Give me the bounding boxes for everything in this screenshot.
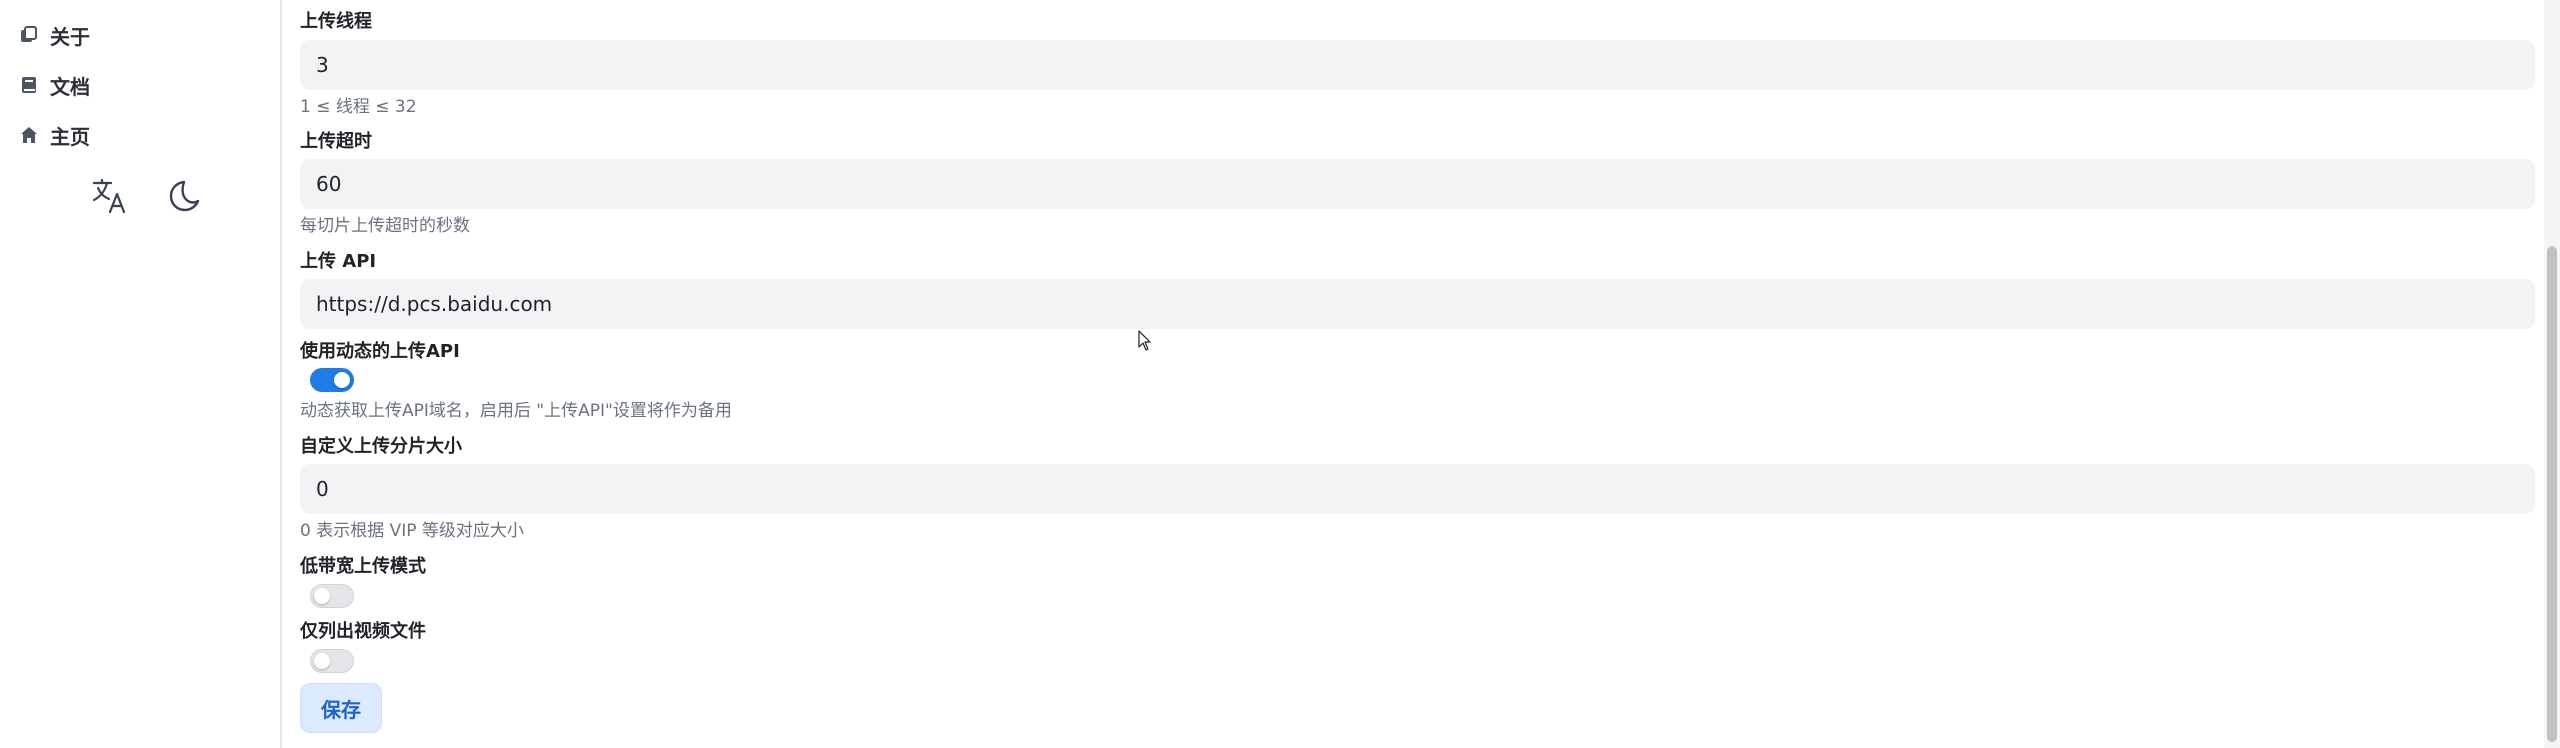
chunk-size-input[interactable] xyxy=(300,464,2535,514)
scrollbar-thumb[interactable] xyxy=(2547,246,2557,742)
upload-timeout-input[interactable] xyxy=(300,159,2535,209)
upload-timeout-label: 上传超时 xyxy=(300,131,372,152)
sidebar-item-about[interactable]: 关于 xyxy=(20,15,90,55)
chunk-size-help: 0 表示根据 VIP 等级对应大小 xyxy=(300,521,524,541)
sidebar-item-label: 主页 xyxy=(50,124,90,149)
chunk-size-label: 自定义上传分片大小 xyxy=(300,436,462,457)
video-only-toggle[interactable] xyxy=(310,649,354,673)
video-only-label: 仅列出视频文件 xyxy=(300,621,426,642)
home-icon xyxy=(20,126,38,144)
upload-threads-label: 上传线程 xyxy=(300,11,372,32)
about-icon xyxy=(20,26,38,44)
sidebar-item-docs[interactable]: 文档 xyxy=(20,65,90,105)
moon-icon[interactable] xyxy=(164,176,204,216)
dynamic-api-toggle[interactable] xyxy=(310,368,354,392)
upload-api-input[interactable] xyxy=(300,279,2535,329)
toggle-knob xyxy=(314,653,330,669)
dynamic-api-label: 使用动态的上传API xyxy=(300,341,460,362)
sidebar-item-label: 关于 xyxy=(50,24,90,49)
sidebar-actions xyxy=(90,176,204,216)
toggle-knob xyxy=(314,588,330,604)
upload-threads-help: 1 ≤ 线程 ≤ 32 xyxy=(300,97,417,117)
settings-form: 上传线程 1 ≤ 线程 ≤ 32 上传超时 每切片上传超时的秒数 上传 API … xyxy=(300,0,2535,748)
low-bandwidth-label: 低带宽上传模式 xyxy=(300,556,426,577)
sidebar-item-label: 文档 xyxy=(50,74,90,99)
upload-api-label: 上传 API xyxy=(300,251,377,272)
mouse-cursor-icon xyxy=(1138,330,1152,356)
dynamic-api-help: 动态获取上传API域名，启用后 "上传API"设置将作为备用 xyxy=(300,401,732,421)
low-bandwidth-toggle[interactable] xyxy=(310,584,354,608)
translate-icon[interactable] xyxy=(90,176,130,216)
toggle-knob xyxy=(334,372,350,388)
scrollbar-track[interactable] xyxy=(2544,0,2560,748)
upload-timeout-help: 每切片上传超时的秒数 xyxy=(300,216,470,236)
sidebar-item-home[interactable]: 主页 xyxy=(20,115,90,155)
sidebar: 关于 文档 主页 xyxy=(0,0,282,748)
save-button[interactable]: 保存 xyxy=(300,683,382,733)
book-icon xyxy=(20,76,38,94)
upload-threads-input[interactable] xyxy=(300,40,2535,90)
